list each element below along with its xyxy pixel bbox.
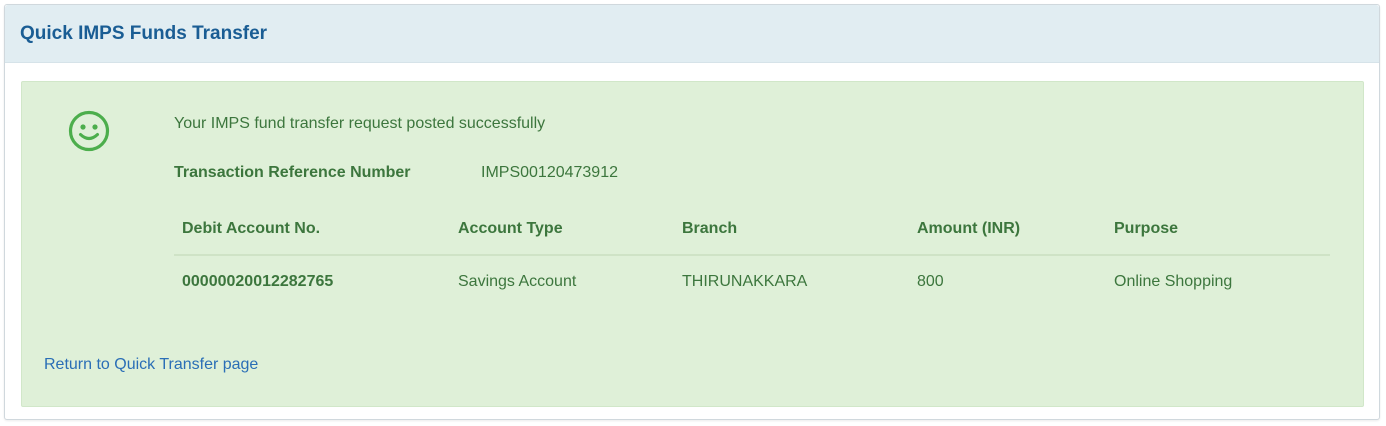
transfer-panel: Quick IMPS Funds Transfer Your IMPS fund… [4,4,1380,420]
branch-value: THIRUNAKKARA [682,273,808,290]
table-row: 00000020012282765 Savings Account THIRUN… [174,256,1330,308]
column-header-debit-account: Debit Account No. [182,220,321,237]
success-message: Your IMPS fund transfer request posted s… [174,115,546,132]
table-header-row: Debit Account No. Account Type Branch Am… [174,204,1330,256]
column-header-amount: Amount (INR) [917,220,1021,237]
column-header-branch: Branch [682,220,738,237]
account-type-value: Savings Account [458,273,577,290]
return-to-quick-transfer-link[interactable]: Return to Quick Transfer page [44,356,258,374]
transfer-details-table: Debit Account No. Account Type Branch Am… [174,204,1330,308]
debit-account-value: 00000020012282765 [182,273,334,290]
success-alert: Your IMPS fund transfer request posted s… [21,81,1364,407]
panel-title: Quick IMPS Funds Transfer [20,22,268,44]
reference-value: IMPS00120473912 [481,164,618,181]
amount-value: 800 [917,273,944,290]
column-header-account-type: Account Type [458,220,563,237]
column-header-purpose: Purpose [1114,220,1179,237]
reference-label: Transaction Reference Number [174,164,411,181]
purpose-value: Online Shopping [1114,273,1233,290]
panel-header: Quick IMPS Funds Transfer [5,5,1379,63]
smiley-face-icon [68,110,110,152]
